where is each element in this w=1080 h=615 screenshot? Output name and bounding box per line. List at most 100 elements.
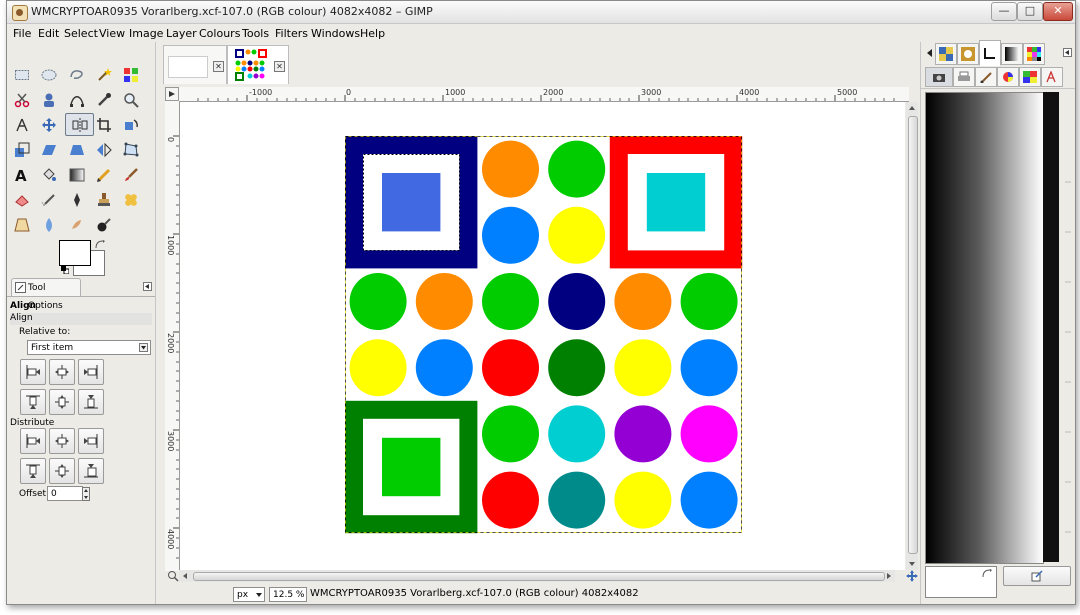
menu-tools[interactable]: Tools bbox=[242, 27, 269, 40]
image-tab-blank[interactable]: ✕ bbox=[163, 45, 227, 84]
device-status-tab[interactable] bbox=[953, 67, 975, 87]
text-tool-icon[interactable]: A bbox=[11, 164, 33, 186]
measure-icon[interactable] bbox=[11, 114, 33, 136]
dock-left-arrow-icon[interactable] bbox=[925, 48, 933, 58]
swap-colors-icon[interactable] bbox=[95, 240, 105, 250]
zoom-icon[interactable] bbox=[120, 89, 142, 111]
brush-editor-tab[interactable] bbox=[975, 67, 997, 87]
close-button[interactable]: ✕ bbox=[1043, 2, 1073, 21]
shear-icon[interactable] bbox=[38, 139, 60, 161]
align-tool-icon[interactable] bbox=[65, 113, 94, 136]
image-canvas[interactable] bbox=[180, 102, 905, 570]
menu-colours[interactable]: Colours bbox=[199, 27, 240, 40]
zoom-select[interactable]: 12.5 % bbox=[269, 587, 307, 602]
ellipse-select-icon[interactable] bbox=[38, 64, 60, 86]
paintbrush-icon[interactable] bbox=[120, 164, 142, 186]
heal-icon[interactable] bbox=[120, 189, 142, 211]
move-icon[interactable] bbox=[38, 114, 60, 136]
horizontal-ruler[interactable]: -1000 0 1000 2000 3000 4000 5000 bbox=[179, 87, 909, 102]
airbrush-icon[interactable] bbox=[38, 189, 60, 211]
perspective-icon[interactable] bbox=[66, 139, 88, 161]
menu-layer[interactable]: Layer bbox=[166, 27, 197, 40]
menu-edit[interactable]: Edit bbox=[38, 27, 59, 40]
menu-select[interactable]: Select bbox=[64, 27, 98, 40]
scale-icon[interactable] bbox=[11, 139, 33, 161]
brushes-tab[interactable] bbox=[957, 43, 979, 65]
scroll-up-icon[interactable] bbox=[906, 102, 918, 114]
tool-options-tab[interactable]: Tool Options bbox=[11, 278, 81, 311]
quick-mask-corner-icon[interactable] bbox=[165, 87, 179, 101]
foreground-color-swatch[interactable] bbox=[59, 240, 91, 266]
scissors-icon[interactable] bbox=[11, 89, 33, 111]
pencil-icon[interactable] bbox=[93, 164, 115, 186]
align-center-horizontal-button[interactable] bbox=[49, 359, 75, 385]
palettes-tab[interactable] bbox=[1023, 43, 1045, 65]
menu-filters[interactable]: Filters bbox=[275, 27, 308, 40]
unit-select[interactable]: px bbox=[233, 587, 265, 602]
tab-close-icon[interactable]: ✕ bbox=[274, 61, 285, 72]
dodge-burn-icon[interactable] bbox=[93, 214, 115, 236]
dock-scrollbar[interactable] bbox=[1061, 92, 1075, 562]
image-tab-active[interactable]: ✕ bbox=[227, 45, 289, 84]
zoom-image-icon[interactable] bbox=[167, 570, 179, 582]
blur-icon[interactable] bbox=[38, 214, 60, 236]
scroll-down-icon[interactable] bbox=[906, 558, 918, 570]
cage-icon[interactable] bbox=[120, 139, 142, 161]
vertical-scroll-thumb[interactable] bbox=[908, 116, 918, 554]
gradients-tab[interactable] bbox=[979, 40, 1001, 66]
colors-dock-tab[interactable] bbox=[997, 67, 1019, 87]
distribute-right-button[interactable] bbox=[78, 428, 104, 454]
select-by-color-icon[interactable] bbox=[120, 64, 142, 86]
maximize-button[interactable]: □ bbox=[1017, 2, 1043, 21]
palette-editor-tab[interactable] bbox=[1019, 67, 1041, 87]
align-right-edge-button[interactable] bbox=[78, 359, 104, 385]
menu-view[interactable]: View bbox=[99, 27, 125, 40]
distribute-left-button[interactable] bbox=[20, 428, 46, 454]
navigate-icon[interactable] bbox=[906, 570, 918, 582]
panel-menu-icon[interactable] bbox=[143, 282, 152, 291]
tab-close-icon[interactable]: ✕ bbox=[213, 61, 224, 72]
patterns-tab[interactable] bbox=[935, 43, 957, 65]
default-colors-icon[interactable] bbox=[61, 266, 69, 274]
menu-windows[interactable]: Windows bbox=[311, 27, 360, 40]
minimize-button[interactable]: — bbox=[991, 2, 1017, 21]
ink-icon[interactable] bbox=[66, 189, 88, 211]
free-select-icon[interactable] bbox=[66, 64, 88, 86]
flip-icon[interactable] bbox=[93, 139, 115, 161]
align-bottom-edge-button[interactable] bbox=[78, 389, 104, 415]
bucket-fill-icon[interactable] bbox=[38, 164, 60, 186]
scroll-right-icon[interactable] bbox=[883, 570, 895, 582]
swap-colors-icon[interactable] bbox=[982, 569, 992, 579]
perspective-clone-icon[interactable] bbox=[11, 214, 33, 236]
smudge-icon[interactable] bbox=[66, 214, 88, 236]
relative-to-select[interactable]: First item bbox=[27, 340, 151, 355]
rect-select-icon[interactable] bbox=[11, 64, 33, 86]
offset-spin-icon[interactable] bbox=[82, 487, 90, 501]
align-middle-vertical-button[interactable] bbox=[49, 389, 75, 415]
rotate-icon[interactable] bbox=[120, 114, 142, 136]
fg-bg-colors[interactable] bbox=[59, 240, 107, 276]
crop-icon[interactable] bbox=[93, 114, 115, 136]
dropdown-arrow-icon[interactable] bbox=[139, 343, 148, 352]
gradient-preview[interactable] bbox=[925, 92, 1044, 564]
foreground-select-icon[interactable] bbox=[38, 89, 60, 111]
distribute-bottom-button[interactable] bbox=[78, 458, 104, 484]
distribute-middle-v-button[interactable] bbox=[49, 458, 75, 484]
gradient-presets-tab[interactable] bbox=[1001, 43, 1023, 65]
fonts-tab[interactable] bbox=[1041, 67, 1063, 87]
horizontal-scrollbar[interactable] bbox=[179, 570, 895, 582]
menu-file[interactable]: File bbox=[13, 27, 31, 40]
dock-edit-button[interactable] bbox=[1003, 566, 1071, 586]
menu-image[interactable]: Image bbox=[129, 27, 163, 40]
offset-input[interactable]: 0 bbox=[47, 486, 83, 501]
dock-menu-icon[interactable] bbox=[1063, 48, 1072, 57]
scroll-left-icon[interactable] bbox=[179, 570, 191, 582]
clone-icon[interactable] bbox=[93, 189, 115, 211]
distribute-center-h-button[interactable] bbox=[49, 428, 75, 454]
fuzzy-select-icon[interactable] bbox=[93, 64, 115, 86]
blend-icon[interactable] bbox=[66, 164, 88, 186]
align-top-edge-button[interactable] bbox=[20, 389, 46, 415]
eraser-icon[interactable] bbox=[11, 189, 33, 211]
color-picker-icon[interactable] bbox=[93, 89, 115, 111]
horizontal-scroll-thumb[interactable] bbox=[193, 572, 885, 581]
